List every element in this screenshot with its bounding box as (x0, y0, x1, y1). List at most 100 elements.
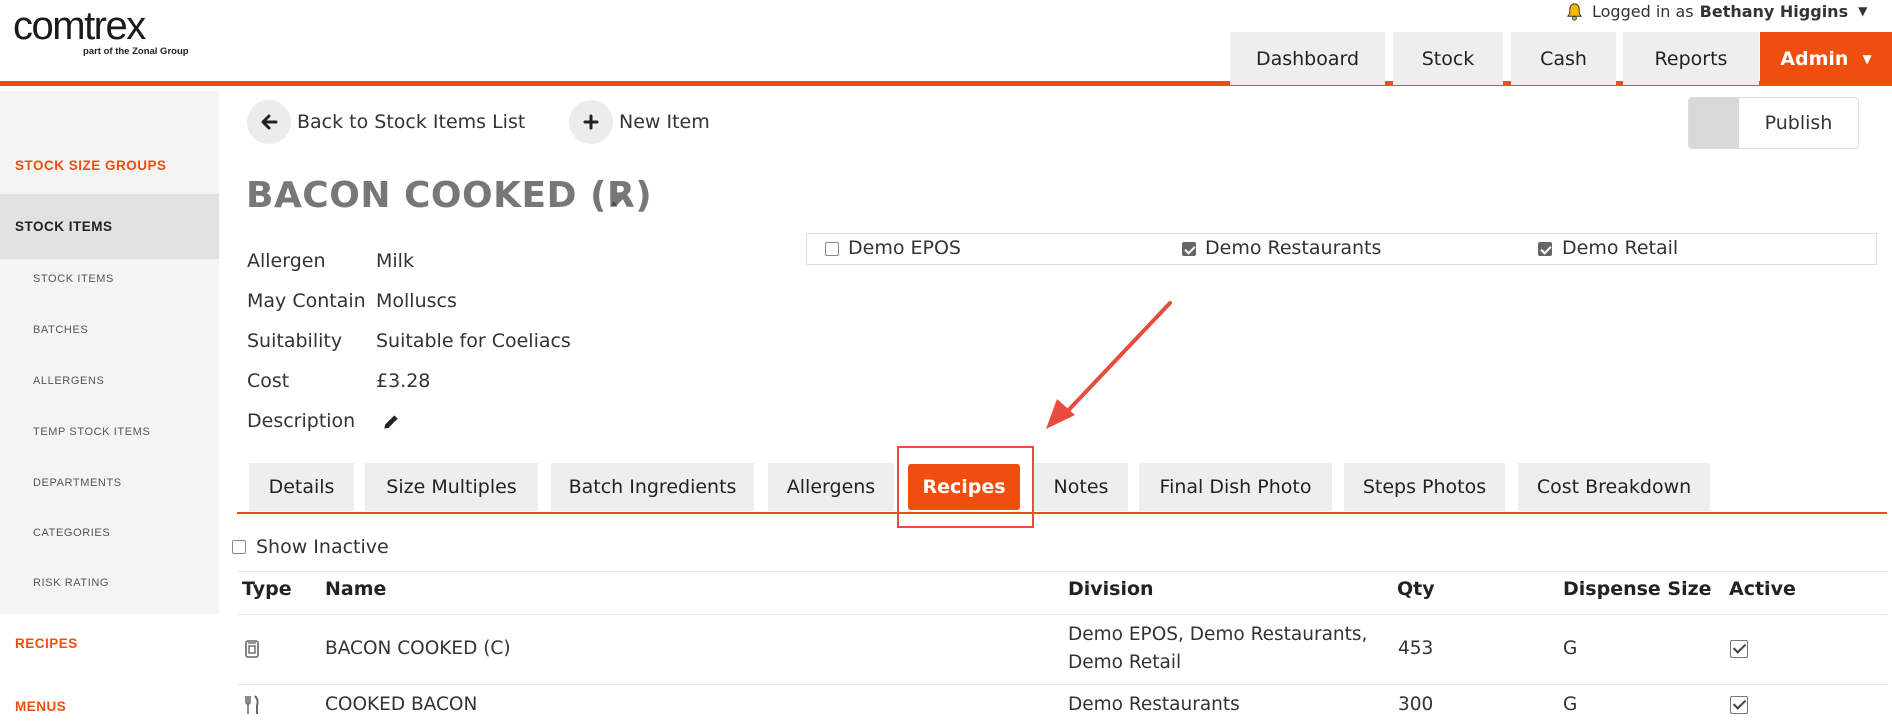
tab-details[interactable]: Details (249, 463, 354, 511)
tab-notes[interactable]: Notes (1034, 463, 1128, 511)
cost-label: Cost (247, 370, 290, 392)
publish-label: Publish (1764, 112, 1833, 134)
may-contain-label: May Contain (247, 290, 366, 312)
tab-details-label: Details (268, 476, 335, 498)
annotation-highlight-box (897, 446, 1034, 528)
user-menu[interactable]: Logged in as Bethany Higgins ▼ (1565, 0, 1867, 22)
chevron-down-icon: ▼ (1862, 51, 1872, 66)
page-title: BACON COOKED (R) (246, 175, 653, 216)
edit-title-pencil-icon[interactable] (608, 186, 632, 210)
tab-cost-breakdown[interactable]: Cost Breakdown (1518, 463, 1710, 511)
tab-final-dish-photo[interactable]: Final Dish Photo (1139, 463, 1332, 511)
suitability-value: Suitable for Coeliacs (376, 330, 571, 352)
table-header-rule (237, 614, 1887, 615)
nav-dashboard[interactable]: Dashboard (1230, 32, 1385, 85)
table-top-rule (237, 571, 1887, 572)
fork-knife-icon (245, 695, 259, 714)
sidebar-subitem-categories[interactable]: CATEGORIES (0, 527, 219, 547)
division-checkbox-demo-epos[interactable] (825, 242, 839, 256)
annotation-arrow (1046, 301, 1172, 429)
tab-allergens-label: Allergens (786, 476, 876, 498)
sidebar-item-recipes[interactable]: RECIPES (0, 632, 219, 656)
back-link[interactable]: Back to Stock Items List (297, 111, 525, 133)
chevron-down-icon[interactable]: ▼ (1858, 4, 1867, 18)
sidebar-subitem-batches[interactable]: BATCHES (0, 324, 219, 344)
logo-wordmark: comtrex (13, 4, 146, 48)
edit-description-pencil-icon[interactable] (381, 412, 401, 432)
sidebar-subitem-departments[interactable]: DEPARTMENTS (0, 477, 219, 497)
show-inactive-label: Show Inactive (256, 536, 389, 558)
column-header-dispense-size: Dispense Size (1563, 578, 1712, 600)
row-2-qty: 300 (1398, 694, 1434, 715)
division-label-demo-epos: Demo EPOS (848, 237, 961, 259)
nav-cash-label: Cash (1540, 47, 1587, 70)
tab-batch-ingredients[interactable]: Batch Ingredients (551, 463, 754, 511)
logged-in-prefix: Logged in as (1592, 1, 1694, 21)
column-header-type: Type (242, 578, 292, 600)
nav-admin[interactable]: Admin ▼ (1760, 32, 1892, 85)
stock-item-icon (245, 640, 259, 658)
tabs-underline (237, 512, 1887, 514)
logo-tagline: part of the Zonal Group (83, 46, 189, 57)
table-row-rule (237, 684, 1887, 685)
cost-value: £3.28 (376, 370, 431, 392)
sidebar-subitem-temp-stock-items[interactable]: TEMP STOCK ITEMS (0, 426, 219, 446)
sidebar-subitem-allergens[interactable]: ALLERGENS (0, 375, 219, 395)
tab-allergens[interactable]: Allergens (768, 463, 894, 511)
user-name[interactable]: Bethany Higgins (1700, 2, 1848, 21)
row-1-dispense-size: G (1563, 638, 1578, 659)
show-inactive-checkbox[interactable] (232, 540, 246, 554)
sidebar-subitem-stock-items[interactable]: STOCK ITEMS (0, 273, 219, 293)
publish-switch[interactable] (1689, 98, 1739, 148)
nav-cash[interactable]: Cash (1511, 32, 1616, 85)
top-bar: comtrex part of the Zonal Group Logged i… (0, 0, 1892, 86)
division-checkbox-demo-restaurants[interactable] (1182, 242, 1196, 256)
arrow-left-icon (261, 114, 278, 130)
column-header-division: Division (1068, 578, 1154, 600)
nav-stock[interactable]: Stock (1393, 32, 1503, 85)
sidebar-item-menus[interactable]: MENUS (0, 695, 219, 719)
sidebar-item-stock-items[interactable]: STOCK ITEMS (0, 194, 219, 259)
sidebar-subitem-risk-rating[interactable]: RISK RATING (0, 577, 219, 597)
row-2-dispense-size: G (1563, 694, 1578, 715)
nav-stock-label: Stock (1421, 47, 1475, 70)
back-button[interactable] (247, 100, 291, 144)
new-item-button[interactable] (569, 100, 613, 144)
tab-final-dish-photo-label: Final Dish Photo (1159, 476, 1312, 498)
division-label-demo-restaurants: Demo Restaurants (1205, 237, 1382, 259)
row-2-active-checkbox[interactable] (1730, 696, 1748, 714)
division-checklist: Demo EPOS Demo Restaurants Demo Retail (806, 233, 1877, 265)
row-1-division-line1: Demo EPOS, Demo Restaurants, (1068, 624, 1368, 645)
row-1-name[interactable]: BACON COOKED (C) (325, 634, 511, 663)
tab-steps-photos[interactable]: Steps Photos (1344, 463, 1505, 511)
may-contain-value: Molluscs (376, 290, 457, 312)
nav-reports[interactable]: Reports (1623, 32, 1759, 85)
column-header-qty: Qty (1397, 578, 1435, 600)
row-1-qty: 453 (1398, 638, 1434, 659)
column-header-active: Active (1729, 578, 1796, 600)
comtrex-logo[interactable]: comtrex part of the Zonal Group (13, 4, 189, 57)
sidebar: STOCK SIZE GROUPS STOCK ITEMS STOCK ITEM… (0, 91, 219, 727)
tab-size-multiples[interactable]: Size Multiples (365, 463, 538, 511)
division-checkbox-demo-retail[interactable] (1538, 242, 1552, 256)
column-header-name: Name (325, 578, 387, 600)
bell-icon[interactable] (1565, 2, 1584, 21)
row-2-division-line1: Demo Restaurants (1068, 694, 1240, 715)
suitability-label: Suitability (247, 330, 343, 352)
sidebar-item-stock-size-groups[interactable]: STOCK SIZE GROUPS (0, 151, 219, 181)
publish-toggle[interactable]: Publish (1688, 97, 1859, 149)
tab-cost-breakdown-label: Cost Breakdown (1536, 476, 1692, 498)
nav-reports-label: Reports (1654, 47, 1728, 70)
allergen-value: Milk (376, 250, 414, 272)
nav-dashboard-label: Dashboard (1255, 47, 1360, 70)
show-inactive-filter[interactable]: Show Inactive (232, 536, 389, 558)
nav-admin-label: Admin (1780, 47, 1849, 70)
row-1-division-line2: Demo Retail (1068, 652, 1182, 673)
description-label: Description (247, 410, 356, 432)
allergen-label: Allergen (247, 250, 326, 272)
tab-steps-photos-label: Steps Photos (1362, 476, 1487, 498)
plus-icon (583, 114, 599, 130)
new-item-link[interactable]: New Item (619, 111, 710, 133)
row-1-active-checkbox[interactable] (1730, 640, 1748, 658)
row-2-name[interactable]: COOKED BACON (325, 690, 477, 719)
